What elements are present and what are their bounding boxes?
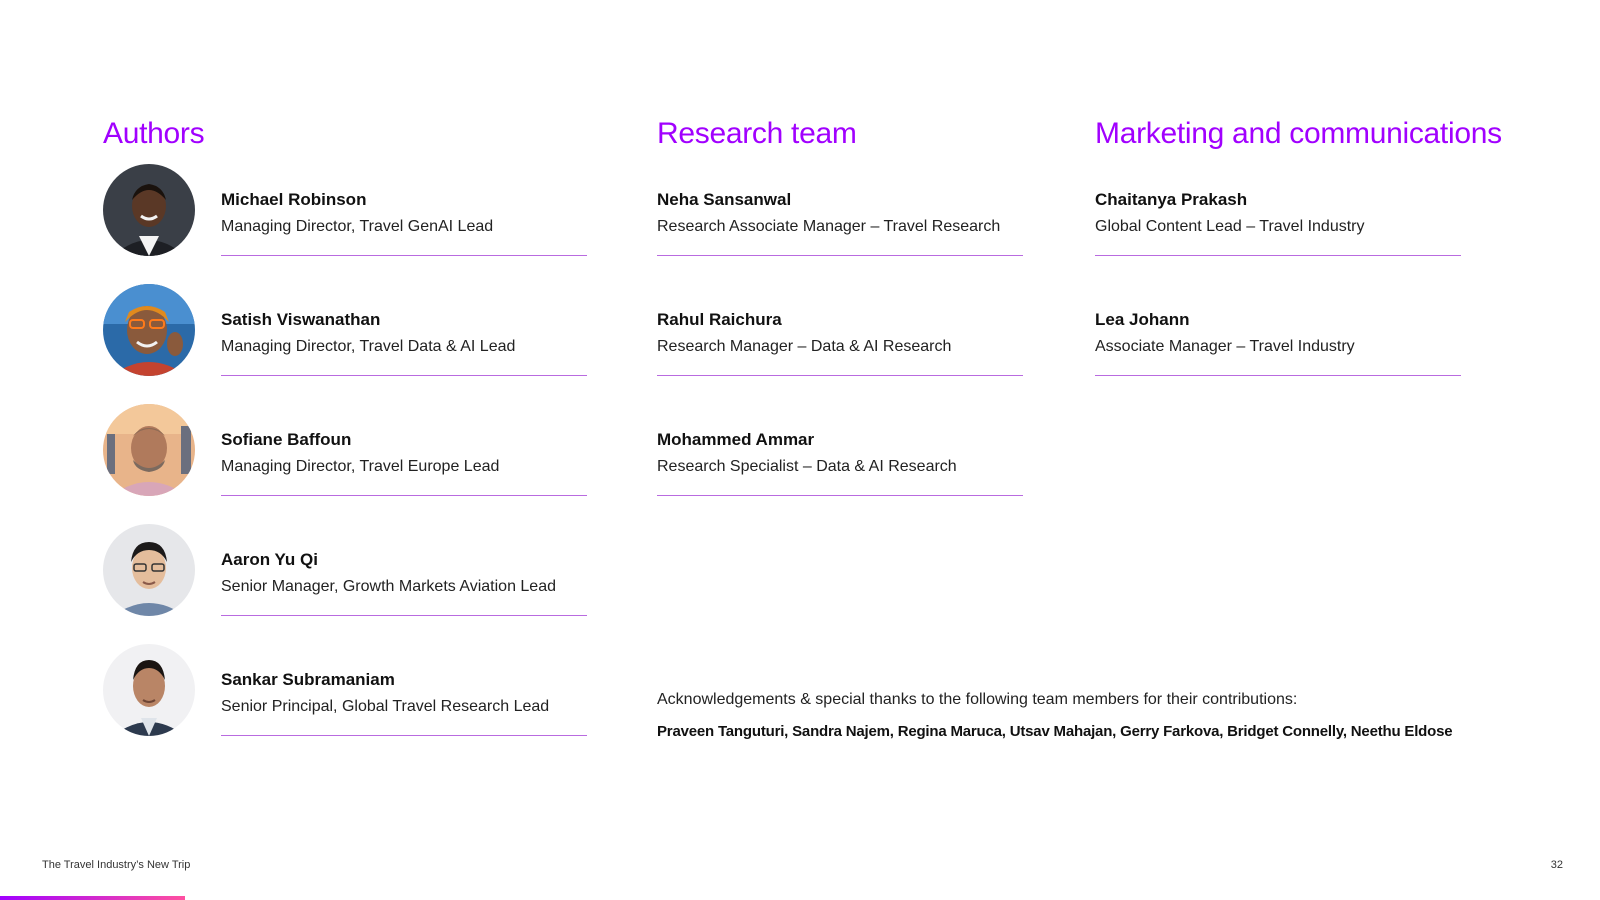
member-role: Associate Manager – Travel Industry (1095, 338, 1355, 355)
divider (221, 375, 587, 376)
author-photo-sofiane-baffoun (103, 404, 195, 496)
member-name: Rahul Raichura (657, 310, 782, 329)
divider (221, 615, 587, 616)
authors-heading: Authors (103, 117, 205, 150)
research-member-entry: Neha Sansanwal Research Associate Manage… (657, 164, 1023, 256)
marketing-member-entry: Chaitanya Prakash Global Content Lead – … (1095, 164, 1461, 256)
author-photo-sankar-subramaniam (103, 644, 195, 736)
marketing-member-entry: Lea Johann Associate Manager – Travel In… (1095, 284, 1461, 376)
author-role: Managing Director, Travel Data & AI Lead (221, 338, 516, 355)
author-entry: Aaron Yu Qi Senior Manager, Growth Marke… (221, 524, 587, 616)
author-name: Sankar Subramaniam (221, 670, 395, 689)
author-role: Managing Director, Travel Europe Lead (221, 458, 500, 475)
marketing-heading: Marketing and communications (1095, 117, 1502, 150)
footer-accent-bar (0, 896, 185, 900)
author-entry: Satish Viswanathan Managing Director, Tr… (221, 284, 587, 376)
member-role: Research Specialist – Data & AI Research (657, 458, 957, 475)
author-name: Aaron Yu Qi (221, 550, 318, 569)
author-entry: Michael Robinson Managing Director, Trav… (221, 164, 587, 256)
author-photo-satish-viswanathan (103, 284, 195, 376)
author-photo-michael-robinson (103, 164, 195, 256)
author-name: Sofiane Baffoun (221, 430, 352, 449)
acknowledgements-names: Praveen Tanguturi, Sandra Najem, Regina … (657, 723, 1453, 740)
footer-report-title: The Travel Industry’s New Trip (42, 859, 191, 871)
member-role: Global Content Lead – Travel Industry (1095, 218, 1365, 235)
member-name: Mohammed Ammar (657, 430, 815, 449)
member-name: Lea Johann (1095, 310, 1190, 329)
research-team-heading: Research team (657, 117, 857, 150)
author-name: Satish Viswanathan (221, 310, 381, 329)
author-photo-aaron-yu-qi (103, 524, 195, 616)
divider (221, 495, 587, 496)
member-role: Research Manager – Data & AI Research (657, 338, 952, 355)
author-entry: Sofiane Baffoun Managing Director, Trave… (221, 404, 587, 496)
divider (657, 375, 1023, 376)
member-name: Chaitanya Prakash (1095, 190, 1248, 209)
member-name: Neha Sansanwal (657, 190, 792, 209)
research-member-entry: Rahul Raichura Research Manager – Data &… (657, 284, 1023, 376)
divider (221, 735, 587, 736)
author-name: Michael Robinson (221, 190, 367, 209)
divider (221, 255, 587, 256)
author-entry: Sankar Subramaniam Senior Principal, Glo… (221, 644, 587, 736)
page-number: 32 (1550, 859, 1563, 871)
divider (657, 495, 1023, 496)
author-role: Senior Manager, Growth Markets Aviation … (221, 578, 556, 595)
divider (1095, 255, 1461, 256)
member-role: Research Associate Manager – Travel Rese… (657, 218, 1001, 235)
author-role: Managing Director, Travel GenAI Lead (221, 218, 494, 235)
divider (1095, 375, 1461, 376)
acknowledgements-intro: Acknowledgements & special thanks to the… (657, 691, 1298, 708)
research-member-entry: Mohammed Ammar Research Specialist – Dat… (657, 404, 1023, 496)
divider (657, 255, 1023, 256)
author-role: Senior Principal, Global Travel Research… (221, 698, 550, 715)
